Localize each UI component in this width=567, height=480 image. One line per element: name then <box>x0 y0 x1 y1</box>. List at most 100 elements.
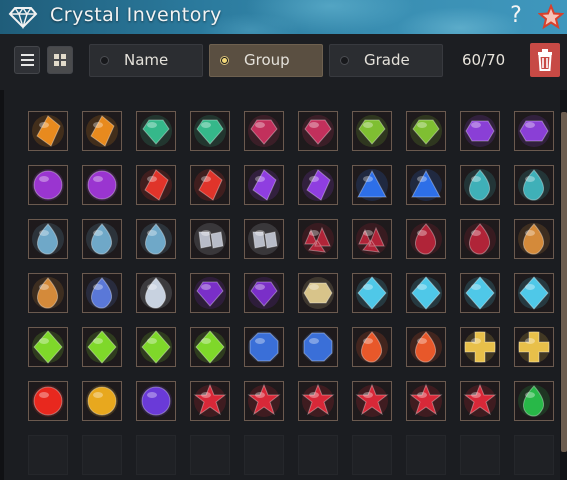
inventory-slot[interactable] <box>82 273 122 313</box>
empty-slot[interactable] <box>352 435 392 475</box>
red-star-crystal-icon <box>463 383 497 417</box>
inventory-slot[interactable] <box>514 273 554 313</box>
inventory-slot[interactable] <box>82 111 122 151</box>
lime-gem-crystal-icon <box>410 115 442 147</box>
grid-view-button[interactable] <box>47 46 73 74</box>
empty-slot[interactable] <box>514 435 554 475</box>
inventory-slot[interactable] <box>514 165 554 205</box>
inventory-slot[interactable] <box>244 111 284 151</box>
favorite-button[interactable] <box>537 3 565 30</box>
sort-by-grade[interactable]: Grade <box>329 44 443 77</box>
steel-drop-crystal-icon <box>86 223 118 255</box>
empty-slot[interactable] <box>244 435 284 475</box>
green-diamond-crystal-icon <box>86 330 118 364</box>
inventory-slot[interactable] <box>460 273 500 313</box>
steel-drop-crystal-icon <box>140 223 172 255</box>
inventory-slot[interactable] <box>82 327 122 367</box>
empty-slot[interactable] <box>28 435 68 475</box>
inventory-slot[interactable] <box>28 381 68 421</box>
inventory-slot[interactable] <box>406 381 446 421</box>
empty-slot[interactable] <box>136 435 176 475</box>
inventory-slot[interactable] <box>136 165 176 205</box>
sort-label: Grade <box>364 51 410 69</box>
inventory-slot[interactable] <box>298 381 338 421</box>
inventory-slot[interactable] <box>460 327 500 367</box>
inventory-slot[interactable] <box>190 381 230 421</box>
list-view-button[interactable] <box>14 46 40 74</box>
inventory-slot[interactable] <box>298 165 338 205</box>
inventory-slot[interactable] <box>28 165 68 205</box>
inventory-slot[interactable] <box>406 165 446 205</box>
purple-gem-crystal-icon <box>194 277 226 309</box>
inventory-slot[interactable] <box>352 327 392 367</box>
inventory-slot[interactable] <box>82 165 122 205</box>
inventory-slot[interactable] <box>298 219 338 259</box>
sort-label: Name <box>124 51 169 69</box>
inventory-slot[interactable] <box>352 273 392 313</box>
teal-drop-crystal-icon <box>518 169 550 201</box>
inventory-slot[interactable] <box>298 273 338 313</box>
inventory-slot[interactable] <box>514 111 554 151</box>
red-orb-crystal-icon <box>32 385 64 417</box>
inventory-slot[interactable] <box>406 327 446 367</box>
empty-slot[interactable] <box>298 435 338 475</box>
empty-slot[interactable] <box>190 435 230 475</box>
sort-by-group[interactable]: Group <box>209 44 323 77</box>
inventory-slot[interactable] <box>352 165 392 205</box>
red-star-crystal-icon <box>355 383 389 417</box>
inventory-slot[interactable] <box>460 219 500 259</box>
inventory-slot[interactable] <box>190 111 230 151</box>
inventory-slot[interactable] <box>136 381 176 421</box>
magenta-gem-crystal-icon <box>302 115 334 147</box>
help-button[interactable]: ? <box>506 2 526 30</box>
inventory-slot[interactable] <box>244 165 284 205</box>
silver-twin-crystal-icon <box>248 223 280 255</box>
inventory-slot[interactable] <box>82 381 122 421</box>
inventory-count: 60/70 <box>462 51 506 69</box>
inventory-slot[interactable] <box>514 327 554 367</box>
inventory-slot[interactable] <box>136 219 176 259</box>
star-icon <box>537 3 565 30</box>
inventory-slot[interactable] <box>136 327 176 367</box>
inventory-slot[interactable] <box>28 219 68 259</box>
inventory-slot[interactable] <box>406 219 446 259</box>
sort-by-name[interactable]: Name <box>89 44 203 77</box>
inventory-slot[interactable] <box>136 273 176 313</box>
inventory-slot[interactable] <box>514 219 554 259</box>
inventory-slot[interactable] <box>460 165 500 205</box>
inventory-slot[interactable] <box>460 381 500 421</box>
inventory-slot[interactable] <box>82 219 122 259</box>
inventory-slot[interactable] <box>190 273 230 313</box>
crimson-drop-crystal-icon <box>464 223 496 255</box>
cyan-diamond-crystal-icon <box>518 276 550 310</box>
inventory-slot[interactable] <box>298 327 338 367</box>
inventory-slot[interactable] <box>514 381 554 421</box>
inventory-slot[interactable] <box>406 111 446 151</box>
empty-slot[interactable] <box>82 435 122 475</box>
blue-drop-crystal-icon <box>86 277 118 309</box>
inventory-slot[interactable] <box>244 327 284 367</box>
silver-twin-crystal-icon <box>194 223 226 255</box>
inventory-slot[interactable] <box>352 219 392 259</box>
inventory-slot[interactable] <box>190 165 230 205</box>
inventory-slot[interactable] <box>190 327 230 367</box>
inventory-slot[interactable] <box>298 111 338 151</box>
inventory-slot[interactable] <box>352 381 392 421</box>
inventory-slot[interactable] <box>244 219 284 259</box>
inventory-slot[interactable] <box>406 273 446 313</box>
inventory-slot[interactable] <box>244 381 284 421</box>
inventory-slot[interactable] <box>136 111 176 151</box>
empty-slot[interactable] <box>406 435 446 475</box>
scrollbar-thumb[interactable] <box>561 112 567 452</box>
inventory-slot[interactable] <box>460 111 500 151</box>
inventory-slot[interactable] <box>28 111 68 151</box>
inventory-slot[interactable] <box>190 219 230 259</box>
inventory-slot[interactable] <box>352 111 392 151</box>
green-diamond-crystal-icon <box>140 330 172 364</box>
delete-button[interactable] <box>530 43 560 77</box>
inventory-slot[interactable] <box>28 273 68 313</box>
inventory-slot[interactable] <box>28 327 68 367</box>
inventory-slot[interactable] <box>244 273 284 313</box>
white-drop-crystal-icon <box>140 277 172 309</box>
empty-slot[interactable] <box>460 435 500 475</box>
